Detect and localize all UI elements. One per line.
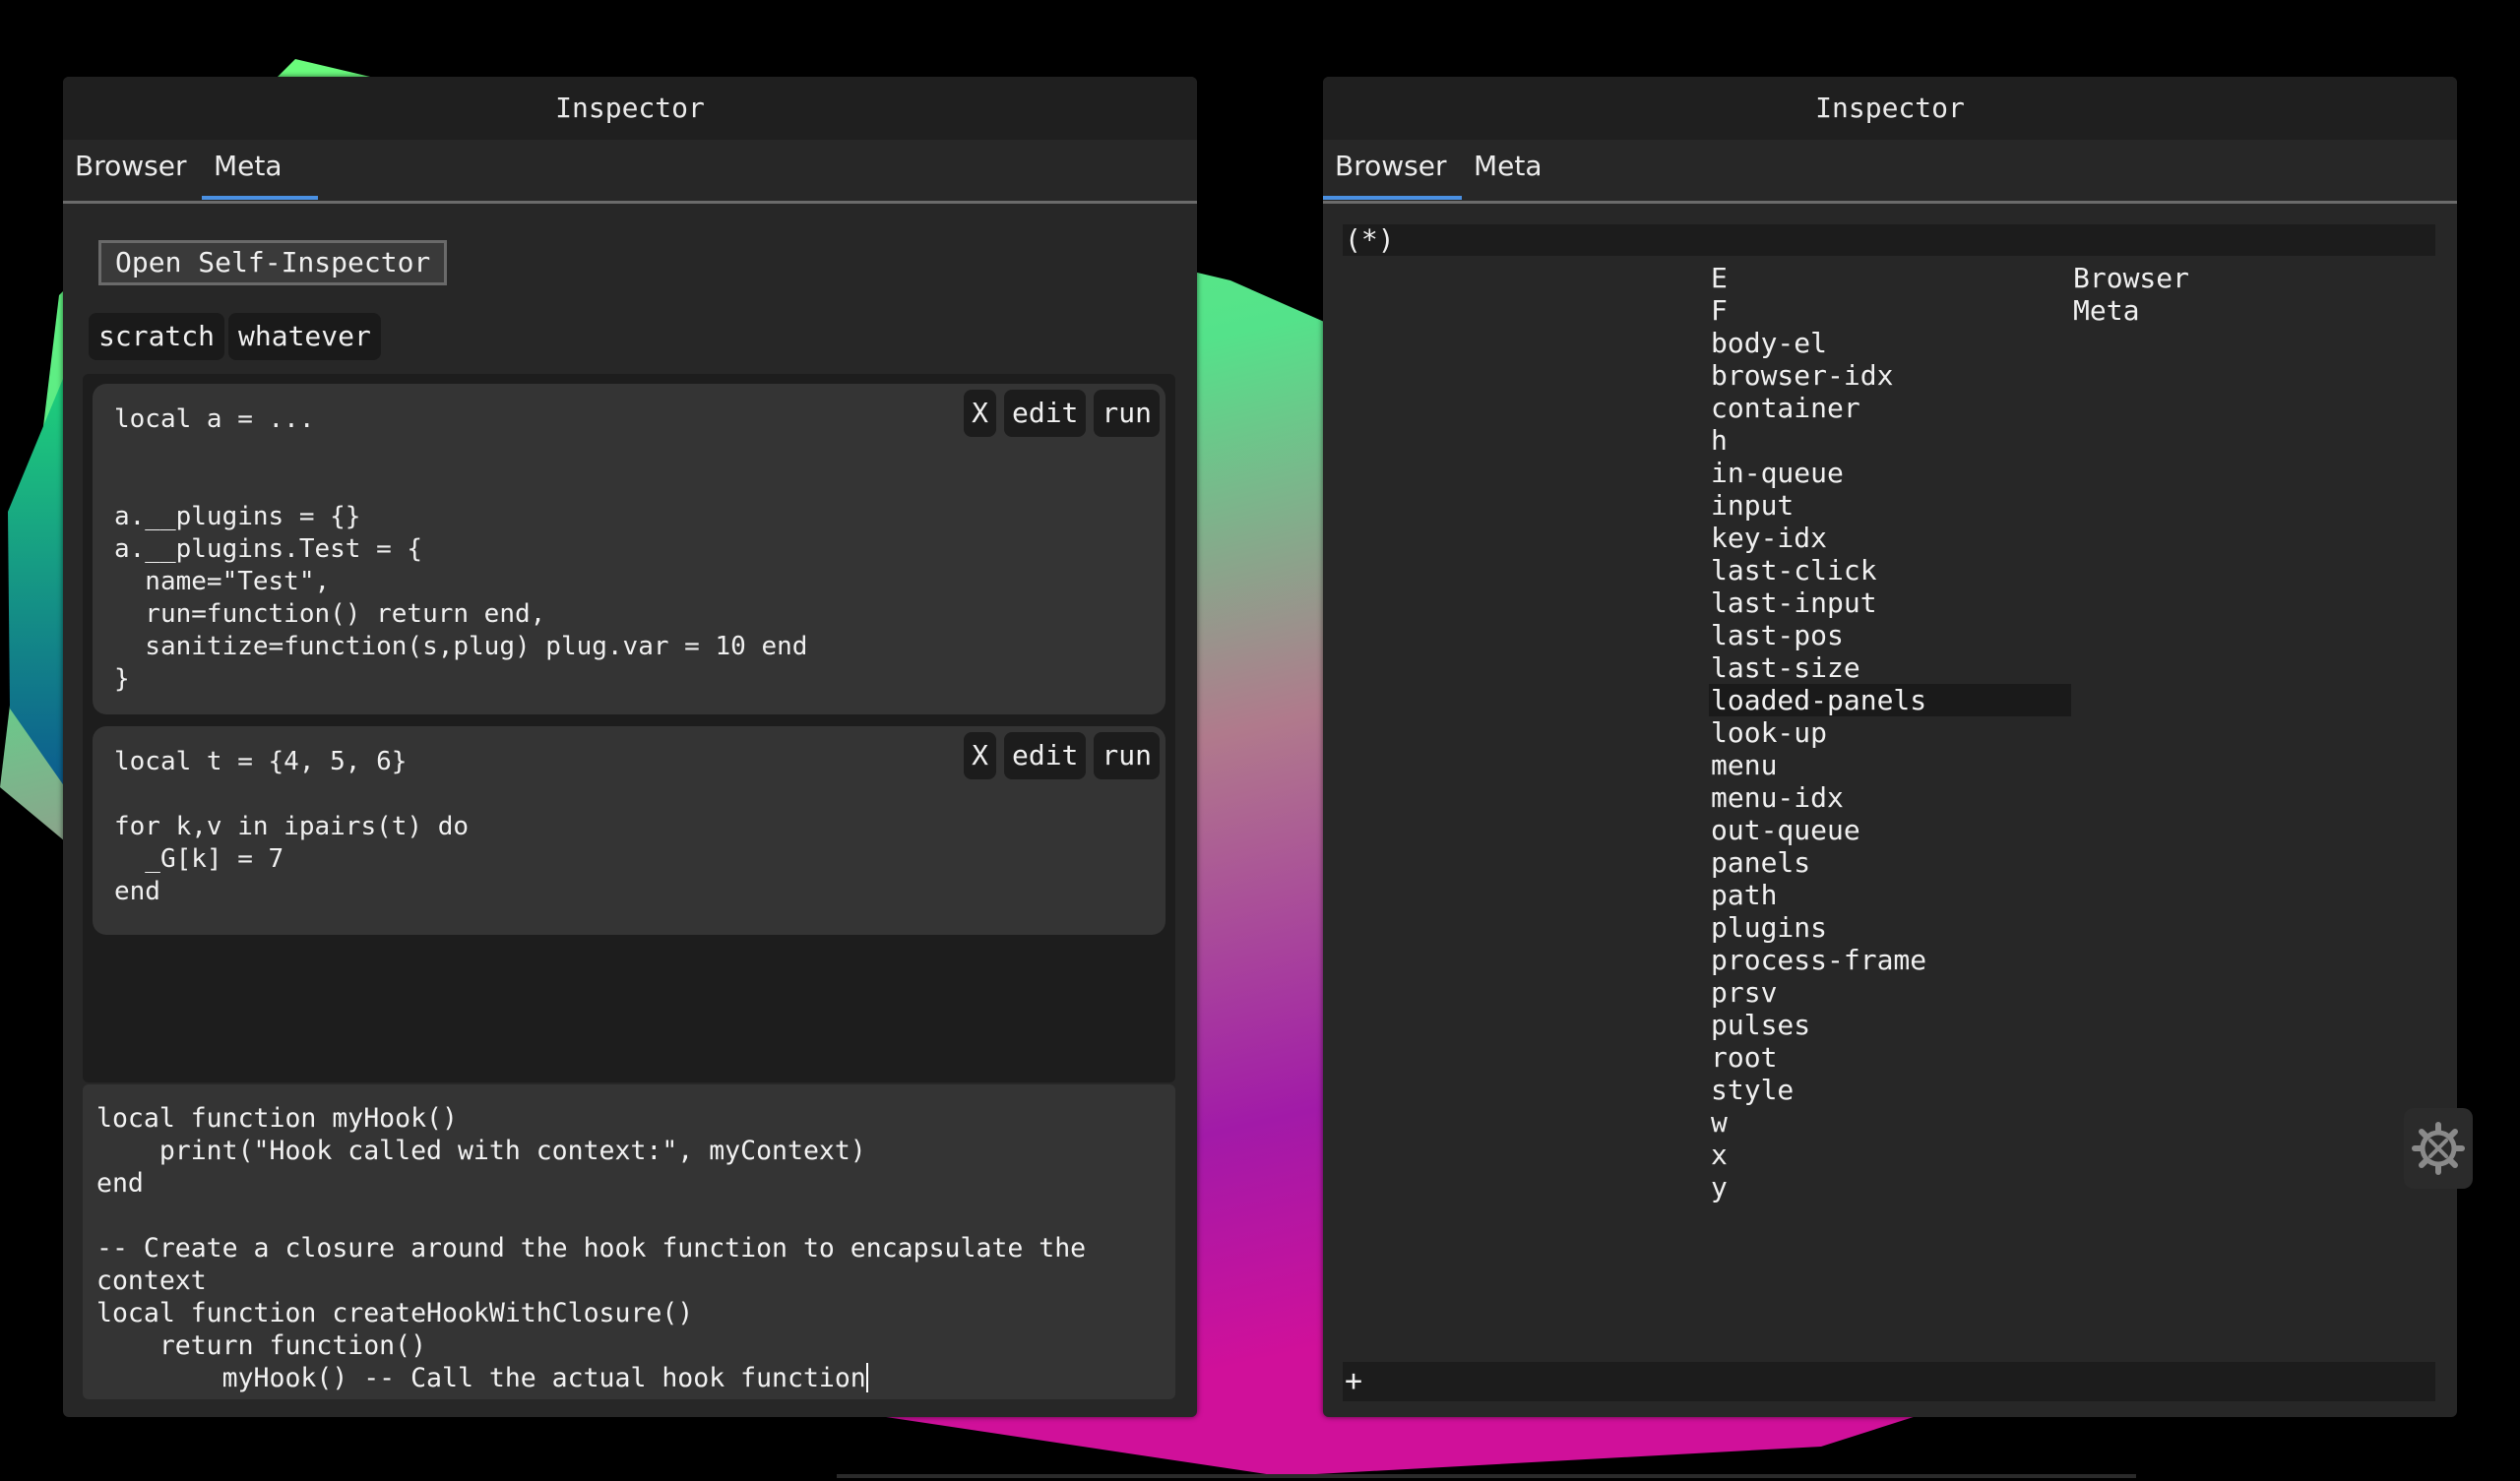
- key-item[interactable]: h: [1709, 424, 2071, 457]
- key-item[interactable]: root: [1709, 1041, 2071, 1074]
- open-self-inspector-button[interactable]: Open Self-Inspector: [98, 240, 448, 285]
- path-text: (*): [1345, 223, 1395, 256]
- cell-run-button[interactable]: run: [1094, 732, 1160, 779]
- key-item[interactable]: plugins: [1709, 911, 2071, 944]
- key-item[interactable]: look-up: [1709, 716, 2071, 749]
- code-cell[interactable]: local t = {4, 5, 6} for k,v in ipairs(t)…: [93, 726, 1166, 935]
- value-item[interactable]: Meta: [2071, 294, 2189, 327]
- key-list: E Fbody-el browser-idx container h in-queue in…: [1709, 262, 2071, 1203]
- cell-run-button[interactable]: run: [1094, 390, 1160, 437]
- cell-close-button[interactable]: X: [964, 732, 996, 779]
- key-item[interactable]: pulses: [1709, 1009, 2071, 1041]
- editor-text[interactable]: local function myHook() print("Hook call…: [96, 1103, 1086, 1393]
- value-list: Browser Meta: [2071, 262, 2189, 327]
- key-item[interactable]: input: [1709, 489, 2071, 522]
- key-item[interactable]: style: [1709, 1074, 2071, 1106]
- key-item[interactable]: menu: [1709, 749, 2071, 781]
- key-item[interactable]: last-pos: [1709, 619, 2071, 651]
- key-item[interactable]: browser-idx: [1709, 359, 2071, 392]
- key-item[interactable]: w: [1709, 1106, 2071, 1139]
- key-item[interactable]: E: [1709, 262, 2071, 294]
- key-item[interactable]: prsv: [1709, 976, 2071, 1009]
- key-item[interactable]: F: [1709, 294, 2071, 327]
- tab-meta[interactable]: Meta: [202, 150, 318, 200]
- key-item[interactable]: x: [1709, 1139, 2071, 1171]
- panel-title: Inspector: [63, 77, 1197, 140]
- key-item[interactable]: in-queue: [1709, 457, 2071, 489]
- gear-icon: [2412, 1122, 2465, 1175]
- tab-bar: Browser Meta: [63, 140, 1197, 204]
- key-item[interactable]: y: [1709, 1171, 2071, 1203]
- right-inspector-panel: Inspector Browser Meta (*) E Fbody-el brow…: [1323, 77, 2457, 1417]
- panel-title: Inspector: [1323, 77, 2457, 140]
- settings-button[interactable]: [2404, 1108, 2473, 1189]
- key-item[interactable]: key-idx: [1709, 522, 2071, 554]
- text-caret: [865, 1363, 868, 1392]
- key-item[interactable]: last-click: [1709, 554, 2071, 586]
- tab-browser[interactable]: Browser: [63, 150, 198, 182]
- key-item[interactable]: last-size: [1709, 651, 2071, 684]
- key-item[interactable]: loaded-panels: [1709, 684, 2071, 716]
- tab-browser[interactable]: Browser: [1323, 150, 1463, 200]
- code-editor[interactable]: local function myHook() print("Hook call…: [83, 1084, 1175, 1399]
- cell-edit-button[interactable]: edit: [1003, 732, 1087, 779]
- whatever-tab[interactable]: whatever: [228, 313, 381, 360]
- tab-meta[interactable]: Meta: [1462, 150, 1554, 182]
- value-item[interactable]: Browser: [2071, 262, 2189, 294]
- key-item[interactable]: last-input: [1709, 586, 2071, 619]
- cell-code[interactable]: local t = {4, 5, 6} for k,v in ipairs(t)…: [114, 746, 469, 908]
- left-inspector-panel: Inspector Browser Meta Open Self-Inspect…: [63, 77, 1197, 1417]
- key-item[interactable]: process-frame: [1709, 944, 2071, 976]
- add-entry-bar[interactable]: +: [1343, 1362, 2435, 1401]
- key-item[interactable]: container: [1709, 392, 2071, 424]
- key-item[interactable]: body-el: [1709, 327, 2071, 359]
- bottom-divider: [837, 1474, 2136, 1478]
- key-item[interactable]: menu-idx: [1709, 781, 2071, 814]
- cell-close-button[interactable]: X: [964, 390, 996, 437]
- cells-container: local a = ... a.__plugins = {} a.__plugi…: [83, 374, 1175, 1082]
- path-bar[interactable]: (*): [1343, 224, 2435, 256]
- key-item[interactable]: panels: [1709, 846, 2071, 879]
- key-item[interactable]: out-queue: [1709, 814, 2071, 846]
- add-label: +: [1345, 1364, 1363, 1398]
- cell-code[interactable]: local a = ... a.__plugins = {} a.__plugi…: [114, 403, 807, 696]
- code-cell[interactable]: local a = ... a.__plugins = {} a.__plugi…: [93, 384, 1166, 714]
- cell-edit-button[interactable]: edit: [1003, 390, 1087, 437]
- tab-bar: Browser Meta: [1323, 140, 2457, 204]
- scratch-tab[interactable]: scratch: [89, 313, 225, 360]
- key-item[interactable]: path: [1709, 879, 2071, 911]
